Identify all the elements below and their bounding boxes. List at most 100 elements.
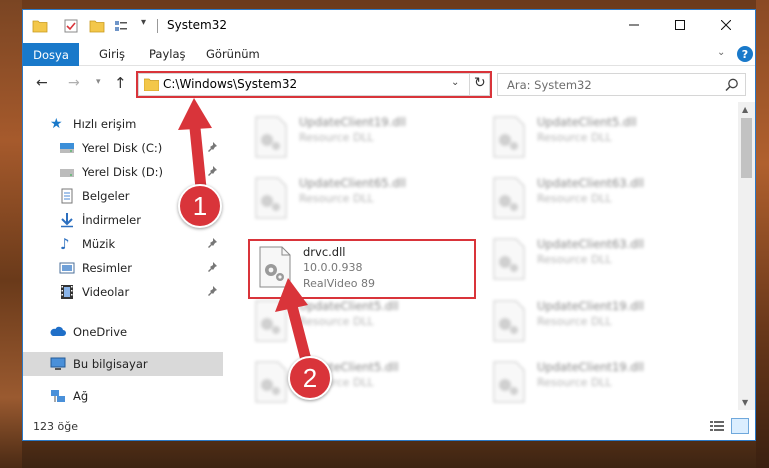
details-view-icon[interactable]	[709, 419, 725, 433]
dll-file-icon	[255, 177, 287, 219]
file-type: Resource DLL	[299, 131, 374, 144]
pictures-icon	[59, 262, 75, 274]
search-icon[interactable]	[724, 77, 740, 93]
status-bar: 123 öğe	[23, 412, 755, 440]
search-placeholder: Ara: System32	[507, 78, 592, 92]
sidebar-item-this-pc[interactable]: Bu bilgisayar	[23, 352, 223, 376]
tab-file[interactable]: Dosya	[23, 43, 79, 66]
scroll-up-icon[interactable]: ▲	[742, 105, 748, 114]
dll-file-icon	[259, 246, 291, 288]
file-item[interactable]: UpdateClient19.dll Resource DLL	[486, 294, 706, 344]
sidebar-item-quick-access[interactable]: ★ Hızlı erişim	[23, 112, 223, 136]
sidebar-item-label: Videolar	[82, 285, 130, 299]
folder-icon[interactable]	[32, 18, 48, 34]
file-item[interactable]: UpdateClient5.dll Resource DLL	[248, 355, 468, 405]
dll-file-icon	[493, 116, 525, 158]
vertical-scrollbar[interactable]: ▲ ▼	[738, 102, 755, 410]
pin-icon[interactable]	[206, 141, 218, 153]
title-separator	[157, 19, 158, 33]
recent-locations-chevron-icon[interactable]: ▾	[96, 77, 101, 87]
search-input[interactable]: Ara: System32	[497, 73, 746, 96]
sidebar-item-label: İndirmeler	[82, 213, 141, 227]
minimize-icon	[629, 24, 639, 26]
file-type: Resource DLL	[299, 192, 374, 205]
computer-icon	[50, 357, 66, 370]
file-version: 10.0.0.938	[303, 261, 363, 274]
address-bar[interactable]: C:\Windows\System32 ⌄ ↻	[138, 73, 490, 96]
file-name: UpdateClient5.dll	[537, 115, 637, 129]
file-item[interactable]: UpdateClient5.dll Resource DLL	[486, 110, 706, 160]
sidebar-item-label: Belgeler	[82, 189, 130, 203]
expand-ribbon-chevron-icon[interactable]: ⌄	[717, 47, 725, 58]
pin-icon[interactable]	[206, 165, 218, 177]
tab-view[interactable]: Görünüm	[206, 47, 260, 61]
sidebar-item-music[interactable]: ♪ Müzik	[23, 232, 223, 256]
window-title: System32	[167, 18, 228, 32]
maximize-button[interactable]	[657, 10, 703, 40]
sidebar-item-label: Müzik	[82, 237, 116, 251]
properties-check-icon[interactable]	[63, 18, 79, 34]
scroll-down-icon[interactable]: ▼	[742, 398, 748, 407]
desktop-background-left	[0, 0, 22, 468]
sidebar-item-local-disk-c[interactable]: Yerel Disk (C:)	[23, 136, 223, 160]
folder-icon	[144, 78, 159, 91]
drive-icon	[60, 169, 74, 177]
address-dropdown-chevron-icon[interactable]: ⌄	[451, 77, 459, 88]
refresh-icon[interactable]: ↻	[474, 75, 486, 91]
file-item[interactable]: UpdateClient5.dll Resource DLL	[248, 294, 468, 344]
explorer-window: ▾ System32 Dosya Giriş Paylaş Görünüm ⌄ …	[22, 9, 756, 441]
view-options-icon[interactable]	[113, 18, 129, 34]
minimize-button[interactable]	[611, 10, 657, 40]
item-count: 123 öğe	[33, 420, 78, 433]
file-name: UpdateClient19.dll	[299, 115, 406, 129]
address-path[interactable]: C:\Windows\System32	[163, 77, 297, 91]
dll-file-icon	[493, 300, 525, 342]
help-icon[interactable]: ?	[737, 46, 753, 62]
star-icon: ★	[50, 116, 63, 132]
sidebar-item-local-disk-d[interactable]: Yerel Disk (D:)	[23, 160, 223, 184]
step-badge-2: 2	[288, 356, 332, 400]
sidebar-item-network[interactable]: Ağ	[23, 384, 223, 408]
step-badge-1: 1	[178, 184, 222, 228]
file-name: drvc.dll	[303, 245, 346, 259]
scroll-thumb[interactable]	[741, 118, 752, 178]
sidebar-item-pictures[interactable]: Resimler	[23, 256, 223, 280]
back-arrow-icon[interactable]: ←	[36, 75, 48, 91]
tab-share[interactable]: Paylaş	[149, 47, 186, 61]
forward-arrow-icon[interactable]: →	[68, 75, 80, 91]
file-description: RealVideo 89	[303, 277, 376, 290]
up-arrow-icon[interactable]: ↑	[114, 74, 127, 92]
file-item[interactable]: UpdateClient63.dll Resource DLL	[486, 171, 706, 221]
new-folder-icon[interactable]	[89, 18, 105, 34]
ribbon-tabs: Dosya Giriş Paylaş Görünüm ⌄ ?	[23, 43, 755, 66]
pin-icon[interactable]	[206, 261, 218, 273]
sidebar-item-videos[interactable]: Videolar	[23, 280, 223, 304]
close-button[interactable]	[703, 10, 749, 40]
tab-home[interactable]: Giriş	[99, 47, 125, 61]
pin-icon[interactable]	[206, 285, 218, 297]
file-item-drvc[interactable]: drvc.dll 10.0.0.938 RealVideo 89	[252, 240, 472, 290]
file-name: UpdateClient19.dll	[537, 299, 644, 313]
file-item[interactable]: UpdateClient19.dll Resource DLL	[486, 355, 706, 405]
file-name: UpdateClient63.dll	[537, 176, 644, 190]
file-type: Resource DLL	[537, 315, 612, 328]
close-icon	[721, 20, 731, 30]
sidebar-item-onedrive[interactable]: OneDrive	[23, 320, 223, 344]
file-item[interactable]: UpdateClient65.dll Resource DLL	[248, 171, 468, 221]
tiles-view-icon[interactable]	[731, 418, 749, 434]
sidebar-item-label: Resimler	[82, 261, 132, 275]
dll-file-icon	[255, 300, 287, 342]
pin-icon[interactable]	[206, 237, 218, 249]
file-item[interactable]: UpdateClient63.dll Resource DLL	[486, 232, 706, 282]
desktop-background-right	[756, 0, 769, 468]
dll-file-icon	[255, 116, 287, 158]
sidebar-item-label: Yerel Disk (D:)	[82, 165, 164, 179]
title-bar: ▾ System32	[23, 10, 755, 42]
file-item[interactable]: UpdateClient19.dll Resource DLL	[248, 110, 468, 160]
navigation-bar: ← → ▾ ↑ C:\Windows\System32 ⌄ ↻ Ara: Sys…	[23, 67, 755, 101]
file-type: Resource DLL	[537, 192, 612, 205]
file-name: UpdateClient19.dll	[537, 360, 644, 374]
downloads-icon	[61, 213, 73, 228]
dll-file-icon	[255, 361, 287, 403]
customize-toolbar-chevron-icon[interactable]: ▾	[141, 17, 146, 28]
